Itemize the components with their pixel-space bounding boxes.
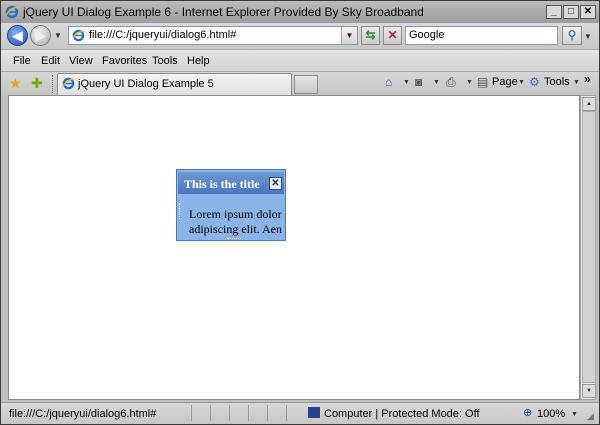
page-content <box>8 95 580 400</box>
tab-bar: ★ ✚ jQuery UI Dialog Example 5 ⌂ ▼ ◙ ▼ ⎙… <box>1 71 599 96</box>
zoom-level[interactable]: 100% <box>537 408 565 420</box>
dialog-title-bar[interactable]: This is the title ✕ <box>178 172 284 194</box>
resize-grip-icon[interactable]: ◢ <box>587 411 594 422</box>
search-options-dropdown-icon[interactable]: ▼ <box>584 32 592 41</box>
add-favorites-icon[interactable]: ✚ <box>31 75 43 92</box>
gear-icon: ⚙ <box>529 75 540 89</box>
feed-dropdown-icon[interactable]: ▼ <box>433 79 440 86</box>
ie-logo-icon <box>5 5 19 19</box>
status-panel <box>191 405 209 421</box>
menu-tools[interactable]: Tools <box>152 55 178 67</box>
window-close-button[interactable]: ✕ <box>580 5 596 19</box>
stop-button[interactable]: ✕ <box>383 26 402 45</box>
refresh-icon: ⇆ <box>365 28 376 42</box>
feed-icon[interactable]: ◙ <box>415 75 422 89</box>
search-icon: ⚲ <box>567 28 577 42</box>
page-dropdown-icon[interactable]: ▼ <box>518 79 525 86</box>
star-icon[interactable]: ★ <box>9 75 22 92</box>
home-icon[interactable]: ⌂ <box>385 75 392 89</box>
scroll-down-icon[interactable]: ▼ <box>582 384 596 398</box>
menu-file[interactable]: File <box>13 55 31 67</box>
status-panel <box>229 405 247 421</box>
status-text: file:///C:/jqueryui/dialog6.html# <box>9 408 157 420</box>
zoom-icon[interactable]: ⊕ <box>523 406 532 419</box>
menu-edit[interactable]: Edit <box>41 55 60 67</box>
print-dropdown-icon[interactable]: ▼ <box>466 79 473 86</box>
dialog-resize-handle-left[interactable] <box>179 203 182 219</box>
ie-page-icon <box>72 29 85 42</box>
window-title: jQuery UI Dialog Example 6 - Internet Ex… <box>23 5 424 19</box>
security-zone-text[interactable]: Computer | Protected Mode: Off <box>324 408 480 420</box>
tab-grip <box>52 75 55 93</box>
address-field[interactable]: file:///C:/jqueryui/dialog6.html# ▼ <box>68 26 358 45</box>
menu-bar: File Edit View Favorites Tools Help <box>1 49 599 72</box>
dialog-close-button[interactable]: ✕ <box>269 177 282 190</box>
page-menu-label[interactable]: Page <box>492 76 518 88</box>
recent-pages-dropdown-icon[interactable]: ▼ <box>54 31 62 40</box>
scrollbar-thumb[interactable] <box>582 111 596 383</box>
page-icon: ▤ <box>477 75 489 89</box>
minimize-button[interactable]: _ <box>546 5 562 19</box>
menu-view[interactable]: View <box>69 55 93 67</box>
address-toolbar: ◀ ▶ ▼ file:///C:/jqueryui/dialog6.html# … <box>1 23 599 49</box>
forward-button[interactable]: ▶ <box>30 25 51 46</box>
menu-favorites[interactable]: Favorites <box>102 55 147 67</box>
maximize-button[interactable]: □ <box>563 5 579 19</box>
status-panel <box>248 405 266 421</box>
back-button[interactable]: ◀ <box>7 25 28 46</box>
zoom-dropdown-icon[interactable]: ▼ <box>571 411 578 418</box>
scroll-up-icon[interactable]: ▲ <box>582 97 596 111</box>
status-bar: file:///C:/jqueryui/dialog6.html# Comput… <box>1 402 599 424</box>
back-arrow-icon: ◀ <box>12 28 23 43</box>
search-input[interactable]: Google <box>405 26 558 45</box>
dialog-content: Lorem ipsum dolor adipiscing elit. Aen <box>189 207 282 237</box>
tab-active[interactable]: jQuery UI Dialog Example 5 <box>57 73 292 95</box>
address-dropdown-icon[interactable]: ▼ <box>341 27 357 44</box>
home-dropdown-icon[interactable]: ▼ <box>403 79 410 86</box>
status-panel <box>267 405 285 421</box>
forward-arrow-icon: ▶ <box>35 28 46 43</box>
ie-page-icon <box>62 77 75 90</box>
new-tab-button[interactable] <box>294 75 318 94</box>
status-panel <box>286 405 304 421</box>
browser-window: jQuery UI Dialog Example 6 - Internet Ex… <box>0 0 600 425</box>
menu-help[interactable]: Help <box>187 55 210 67</box>
tools-dropdown-icon[interactable]: ▼ <box>573 79 580 86</box>
dialog-resize-handle-bottom[interactable] <box>227 238 241 240</box>
status-panel <box>210 405 228 421</box>
refresh-button[interactable]: ⇆ <box>361 26 380 45</box>
window-title-bar[interactable]: jQuery UI Dialog Example 6 - Internet Ex… <box>1 1 599 23</box>
dialog-text-line: adipiscing elit. Aen <box>189 222 282 236</box>
more-commands-chevron[interactable]: » <box>584 72 591 86</box>
print-icon[interactable]: ⎙ <box>446 75 456 90</box>
tools-menu-label[interactable]: Tools <box>544 76 570 88</box>
jquery-dialog[interactable]: This is the title ✕ Lorem ipsum dolor ad… <box>176 169 286 241</box>
dialog-text-line: Lorem ipsum dolor <box>189 207 282 221</box>
dialog-title: This is the title <box>184 177 260 191</box>
address-text[interactable]: file:///C:/jqueryui/dialog6.html# <box>89 29 236 41</box>
tab-label: jQuery UI Dialog Example 5 <box>78 78 214 90</box>
vertical-scrollbar[interactable]: ▲ ▼ <box>580 95 596 400</box>
search-button[interactable]: ⚲ <box>562 26 582 45</box>
stop-icon: ✕ <box>387 28 398 42</box>
computer-zone-icon <box>308 407 320 418</box>
